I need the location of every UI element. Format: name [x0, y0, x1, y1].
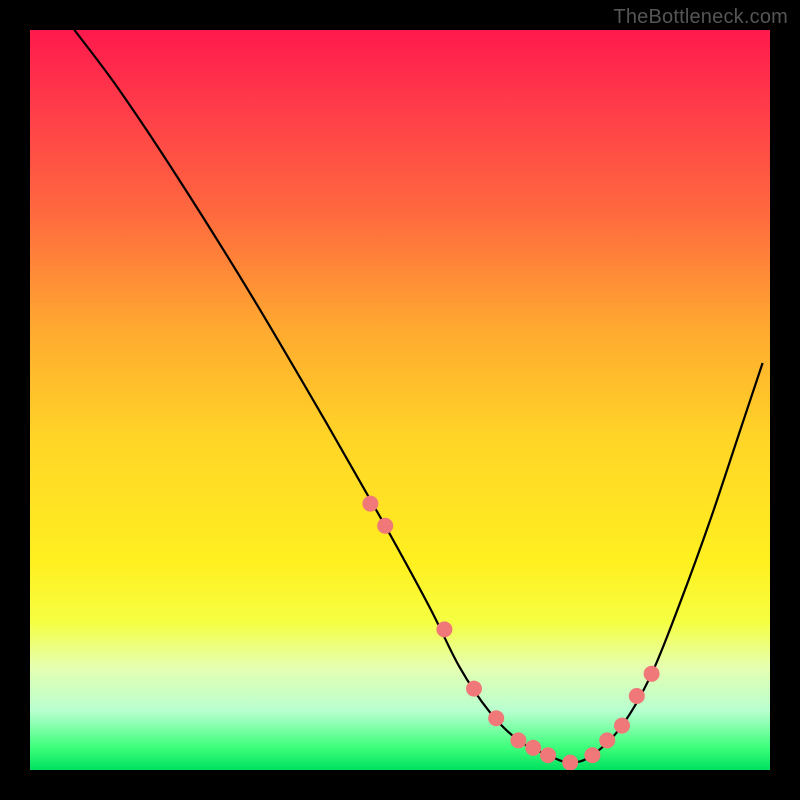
- chart-dot: [629, 688, 645, 704]
- chart-dot: [599, 732, 615, 748]
- chart-dot: [377, 518, 393, 534]
- chart-curve: [74, 30, 762, 763]
- chart-dots-group: [362, 496, 659, 770]
- chart-dot: [525, 740, 541, 756]
- watermark-label: TheBottleneck.com: [613, 6, 788, 29]
- chart-dot: [584, 747, 600, 763]
- chart-dot: [436, 621, 452, 637]
- chart-dot: [614, 718, 630, 734]
- chart-dot: [540, 747, 556, 763]
- chart-dot: [488, 710, 504, 726]
- chart-dot: [510, 732, 526, 748]
- chart-svg: [30, 30, 770, 770]
- chart-dot: [562, 755, 578, 770]
- chart-dot: [644, 666, 660, 682]
- chart-plot-area: [30, 30, 770, 770]
- chart-dot: [466, 681, 482, 697]
- chart-dot: [362, 496, 378, 512]
